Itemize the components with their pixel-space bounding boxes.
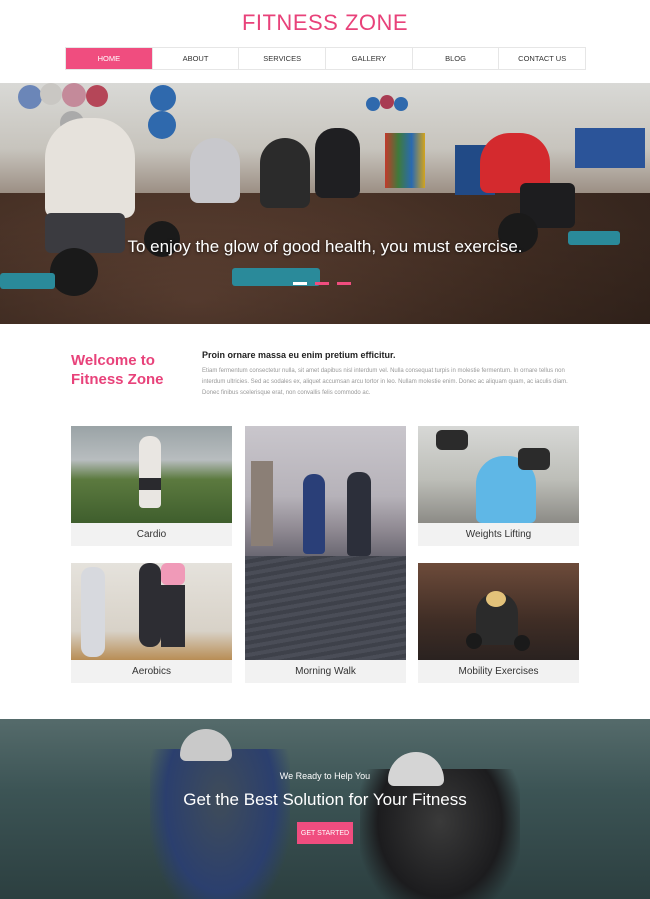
runner-shorts xyxy=(139,478,161,490)
exercise-ball xyxy=(150,85,176,111)
exercise-ball xyxy=(86,85,108,107)
service-card-mobility[interactable]: Mobility Exercises xyxy=(418,563,579,683)
kettlebell-right xyxy=(514,635,530,651)
swimmer-right xyxy=(360,769,520,899)
exercise-ball xyxy=(394,97,408,111)
card-label: Cardio xyxy=(136,529,167,540)
weights-image xyxy=(418,426,579,523)
nav-home[interactable]: HOME xyxy=(66,48,153,69)
service-card-cardio[interactable]: Cardio xyxy=(71,426,232,546)
walker-man xyxy=(347,472,371,556)
boardwalk xyxy=(245,556,406,660)
dancer-2 xyxy=(139,563,161,647)
exercise-ball xyxy=(18,85,42,109)
service-card-weights[interactable]: Weights Lifting xyxy=(418,426,579,546)
hero-slider: To enjoy the glow of good health, you mu… xyxy=(0,83,650,324)
nav-services[interactable]: SERVICES xyxy=(239,48,327,69)
trainee-hair xyxy=(486,591,506,607)
site-header: FITNESS ZONE HOME ABOUT SERVICES GALLERY… xyxy=(0,0,650,83)
card-label: Mobility Exercises xyxy=(458,666,539,677)
get-started-button[interactable]: GET STARTED xyxy=(297,822,353,844)
service-card-morning-walk[interactable]: Morning Walk xyxy=(245,426,406,683)
main-nav: HOME ABOUT SERVICES GALLERY BLOG CONTACT… xyxy=(65,47,586,70)
exercise-ball xyxy=(40,83,62,105)
morning-walk-image xyxy=(245,426,406,660)
runner-figure xyxy=(139,436,161,508)
nav-blog[interactable]: BLOG xyxy=(413,48,500,69)
man-black-shirt xyxy=(315,128,360,198)
exercise-ball xyxy=(62,83,86,107)
slider-dots xyxy=(293,282,351,285)
kettlebell-left xyxy=(466,633,482,649)
mobility-image xyxy=(418,563,579,660)
nav-gallery[interactable]: GALLERY xyxy=(326,48,413,69)
welcome-body: Etiam fermentum consectetur nulla, sit a… xyxy=(202,368,568,396)
equipment-rack xyxy=(575,128,645,168)
aerobics-image xyxy=(71,563,232,660)
woman-grey-shirt xyxy=(190,138,240,203)
exercise-ball xyxy=(380,95,394,109)
hero-caption: To enjoy the glow of good health, you mu… xyxy=(127,237,523,256)
dancer-3-legs xyxy=(161,585,185,647)
service-card-aerobics[interactable]: Aerobics xyxy=(71,563,232,683)
exercise-ball xyxy=(366,97,380,111)
cardio-image xyxy=(71,426,232,523)
swimmer-left-cap xyxy=(180,729,232,761)
welcome-title-line2: Fitness Zone xyxy=(71,371,164,388)
dancer-3 xyxy=(161,563,185,585)
slider-dot-2[interactable] xyxy=(315,282,329,285)
banner-subtitle: We Ready to Help You xyxy=(279,771,371,781)
step-platform xyxy=(0,273,55,289)
cta-banner: We Ready to Help You Get the Best Soluti… xyxy=(0,719,650,899)
nav-contact[interactable]: CONTACT US xyxy=(499,48,585,69)
site-logo[interactable]: FITNESS ZONE xyxy=(0,10,650,36)
bridge-tower xyxy=(251,461,273,546)
banner-title: Get the Best Solution for Your Fitness xyxy=(183,790,467,809)
walker-woman xyxy=(303,474,325,554)
exercise-ball xyxy=(148,111,176,139)
slider-dot-3[interactable] xyxy=(337,282,351,285)
dumbbell-left xyxy=(436,430,468,450)
nav-about[interactable]: ABOUT xyxy=(153,48,240,69)
dumbbell-right xyxy=(518,448,550,470)
welcome-heading: Proin ornare massa eu enim pretium effic… xyxy=(202,350,396,360)
man-white-shirt xyxy=(45,118,135,218)
card-label: Weights Lifting xyxy=(465,529,532,540)
welcome-title: Welcome to Fitness Zone xyxy=(71,351,164,389)
welcome-title-line1: Welcome to xyxy=(71,352,155,369)
card-label: Morning Walk xyxy=(295,666,356,677)
woman-black-top xyxy=(260,138,310,208)
dancer-1 xyxy=(81,567,105,657)
dumbbell-rack xyxy=(385,133,425,188)
card-label: Aerobics xyxy=(132,666,171,677)
slider-dot-1[interactable] xyxy=(293,282,307,285)
